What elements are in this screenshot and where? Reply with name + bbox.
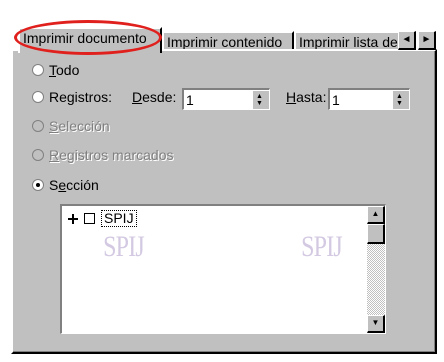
watermark-logo: SPIJ xyxy=(301,230,343,263)
tab-label: Imprimir contenido xyxy=(167,34,283,50)
arrow-right-icon: ► xyxy=(421,34,432,45)
desde-label: Desde: xyxy=(132,89,177,105)
desde-spin-buttons[interactable]: ▲ ▼ xyxy=(252,90,269,109)
print-dialog: Imprimir documento Imprimir contenido Im… xyxy=(0,0,444,362)
section-tree[interactable]: SPIJ SPIJ SPIJ ▲ ▼ xyxy=(60,204,386,334)
expand-plus-icon[interactable] xyxy=(68,213,78,224)
tab-label: Imprimir lista de xyxy=(299,34,398,50)
option-registros[interactable]: Registros: xyxy=(32,89,112,105)
watermark-logo: SPIJ xyxy=(103,230,145,263)
spin-down-icon: ▼ xyxy=(396,100,403,107)
radio-seleccion xyxy=(32,120,44,132)
option-todo-label: Todo xyxy=(49,62,80,78)
tree-item-checkbox[interactable] xyxy=(84,213,95,224)
spin-down-icon: ▼ xyxy=(256,100,263,107)
tab-imprimir-lista[interactable]: Imprimir lista de xyxy=(294,31,400,51)
tab-scroll-buttons: ◄ ► xyxy=(398,31,438,50)
option-todo[interactable]: Todo xyxy=(32,62,79,78)
desde-value: 1 xyxy=(186,92,194,108)
tab-label: Imprimir documento xyxy=(23,30,147,46)
option-registros-marcados-label: Registros marcados xyxy=(49,147,174,163)
option-registros-marcados: Registros marcados xyxy=(32,147,174,163)
tree-item[interactable]: SPIJ xyxy=(68,210,137,227)
hasta-spinner[interactable]: 1 ▲ ▼ xyxy=(328,88,410,110)
radio-seccion[interactable] xyxy=(32,179,44,191)
option-seccion[interactable]: Sección xyxy=(32,177,99,193)
hasta-spin-buttons[interactable]: ▲ ▼ xyxy=(392,90,409,109)
hasta-label: Hasta: xyxy=(286,89,327,105)
arrow-left-icon: ◄ xyxy=(401,34,412,45)
arrow-down-icon: ▼ xyxy=(371,318,380,327)
option-seccion-label: Sección xyxy=(49,177,99,193)
tree-scrollbar[interactable]: ▲ ▼ xyxy=(367,206,385,333)
arrow-up-icon: ▲ xyxy=(371,209,380,218)
hasta-value: 1 xyxy=(332,92,340,108)
option-registros-label: Registros: xyxy=(49,89,113,105)
tab-imprimir-documento[interactable]: Imprimir documento xyxy=(18,27,162,53)
radio-todo[interactable] xyxy=(32,64,44,76)
tree-item-label[interactable]: SPIJ xyxy=(101,210,137,227)
scroll-up-button[interactable]: ▲ xyxy=(367,206,385,224)
radio-registros[interactable] xyxy=(32,91,44,103)
tab-scroll-right-button[interactable]: ► xyxy=(418,31,436,50)
desde-spinner[interactable]: 1 ▲ ▼ xyxy=(182,88,270,110)
tab-scroll-left-button[interactable]: ◄ xyxy=(398,31,416,50)
tab-imprimir-contenido[interactable]: Imprimir contenido xyxy=(162,31,294,51)
radio-registros-marcados xyxy=(32,149,44,161)
spin-up-icon: ▲ xyxy=(396,93,403,100)
spin-up-icon: ▲ xyxy=(256,93,263,100)
option-seleccion: Selección xyxy=(32,118,110,134)
scroll-thumb[interactable] xyxy=(367,224,385,244)
option-seleccion-label: Selección xyxy=(49,118,110,134)
scroll-down-button[interactable]: ▼ xyxy=(367,315,385,333)
